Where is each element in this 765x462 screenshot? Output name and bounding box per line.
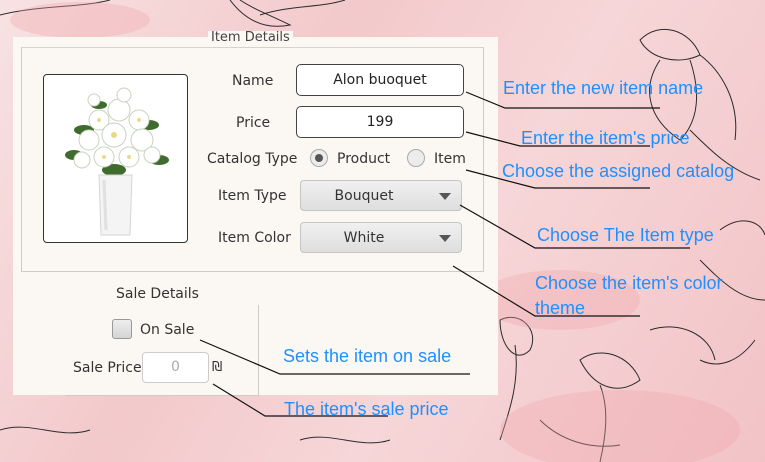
item-type-value: Bouquet — [334, 188, 394, 204]
annotation-color: Choose the item's color theme — [535, 273, 723, 318]
catalog-product-radio[interactable] — [310, 149, 328, 167]
catalog-product-label[interactable]: Product — [337, 151, 390, 167]
price-label: Price — [236, 115, 271, 131]
chevron-down-icon — [439, 193, 451, 200]
bouquet-image — [65, 87, 169, 236]
annotation-type: Choose The Item type — [537, 225, 714, 245]
catalog-item-radio[interactable] — [407, 149, 425, 167]
item-color-label: Item Color — [218, 230, 291, 246]
item-color-dropdown[interactable]: White — [300, 222, 462, 253]
catalog-item-label[interactable]: Item — [434, 151, 466, 167]
price-input[interactable]: 199 — [296, 106, 464, 138]
item-type-dropdown[interactable]: Bouquet — [300, 180, 462, 211]
name-input[interactable]: Alon buoquet — [296, 64, 464, 96]
currency-symbol: ₪ — [212, 360, 223, 375]
catalog-type-label: Catalog Type — [207, 151, 298, 167]
item-type-label: Item Type — [218, 188, 287, 204]
chevron-down-icon — [439, 235, 451, 242]
name-label: Name — [232, 73, 274, 89]
sale-details-legend: Sale Details — [116, 286, 199, 302]
item-color-value: White — [343, 230, 385, 246]
sale-price-label: Sale Price — [73, 360, 142, 376]
annotation-name: Enter the new item name — [503, 78, 704, 98]
annotation-sale-price: The item's sale price — [284, 399, 449, 419]
sale-price-input[interactable]: 0 — [142, 352, 209, 383]
on-sale-label[interactable]: On Sale — [140, 322, 194, 338]
annotation-on-sale: Sets the item on sale — [283, 346, 452, 366]
on-sale-checkbox[interactable] — [112, 319, 132, 339]
annotation-catalog: Choose the assigned catalog — [502, 161, 735, 181]
annotation-price: Enter the item's price — [521, 128, 690, 148]
item-details-legend: Item Details — [208, 31, 293, 43]
item-image[interactable] — [43, 74, 188, 243]
